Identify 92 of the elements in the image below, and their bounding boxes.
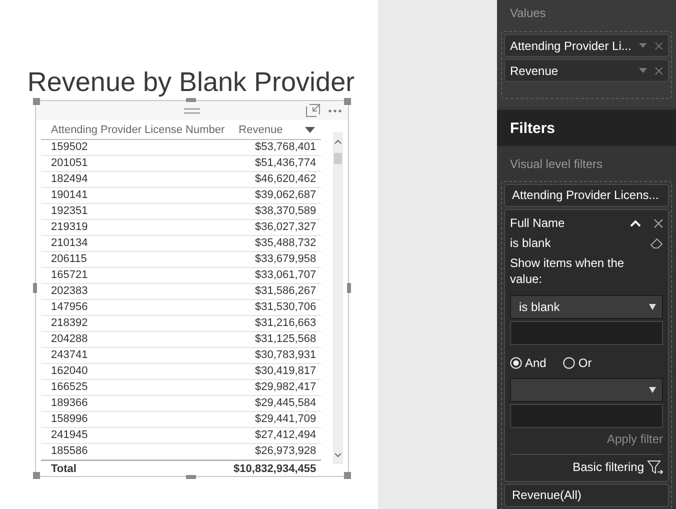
resize-handle[interactable] [33, 472, 40, 479]
table-cell: $29,445,584 [254, 396, 316, 411]
table-cell: 182494 [51, 172, 88, 187]
table-cell: 166525 [51, 380, 88, 395]
table-cell: $30,419,817 [254, 364, 316, 379]
filter-card[interactable]: Revenue(All) [504, 484, 669, 507]
table-cell: $29,441,709 [254, 412, 316, 427]
field-label: Revenue [510, 64, 560, 78]
table-cell: $51,436,774 [254, 156, 316, 171]
filter-card[interactable]: Attending Provider Licens... [504, 184, 669, 207]
table-cell: $33,679,958 [254, 252, 316, 267]
table-cell: 218392 [51, 316, 88, 331]
table-cell: $31,530,706 [254, 300, 316, 315]
resize-handle[interactable] [186, 98, 196, 102]
funnel-icon[interactable] [647, 459, 663, 475]
total-label: Total [51, 462, 76, 477]
table-cell: $29,982,417 [254, 380, 316, 395]
radio-option[interactable]: Or [563, 356, 592, 370]
table-cell: 243741 [51, 348, 88, 363]
table-cell: $38,370,589 [254, 204, 316, 219]
table-cell: 204288 [51, 332, 88, 347]
scrollbar[interactable] [333, 132, 343, 464]
field-label: Attending Provider Li... [510, 38, 632, 52]
dropdown-caret-icon[interactable] [639, 43, 648, 48]
eraser-icon[interactable] [650, 238, 663, 248]
table-cell: 147956 [51, 300, 88, 315]
table-cell: $46,620,462 [254, 172, 316, 187]
column-header[interactable]: Attending Provider License Number [41, 124, 225, 136]
resize-handle[interactable] [33, 283, 37, 293]
scroll-down-icon[interactable] [334, 453, 342, 458]
table-cell: $31,586,267 [254, 284, 316, 299]
resize-handle[interactable] [33, 98, 40, 105]
filter-field-name: Full Name [510, 216, 566, 230]
table-cell: 162040 [51, 364, 88, 379]
radio-label: And [525, 356, 546, 370]
resize-handle[interactable] [344, 472, 351, 479]
scroll-thumb[interactable] [334, 153, 342, 164]
dropdown-caret-icon [649, 387, 656, 393]
dropdown-caret-icon [649, 304, 656, 310]
field-pill[interactable]: Attending Provider Li... [504, 34, 669, 57]
field-pill[interactable]: Revenue [504, 59, 669, 82]
radio-label: Or [578, 356, 592, 370]
table-cell: 192351 [51, 204, 88, 219]
table-cell: $53,768,401 [254, 140, 316, 155]
table-cell: $31,125,568 [254, 332, 316, 347]
scroll-up-icon[interactable] [334, 139, 342, 144]
table-cell: 241945 [51, 428, 88, 443]
table-cell: 201051 [51, 156, 88, 171]
table-cell: $36,027,327 [254, 220, 316, 235]
table-cell: 202383 [51, 284, 88, 299]
table-cell: 210134 [51, 236, 88, 251]
section-title: Visual level filters [509, 157, 604, 173]
remove-icon[interactable] [655, 66, 663, 74]
resize-handle[interactable] [186, 475, 196, 479]
column-header[interactable]: Revenue [224, 124, 322, 136]
filters-title: Filters [510, 120, 556, 136]
close-icon[interactable] [654, 218, 663, 228]
total-value: $10,832,934,455 [234, 462, 316, 477]
dropdown-caret-icon[interactable] [639, 68, 647, 73]
drag-handle-icon[interactable] [184, 108, 200, 114]
more-options-icon[interactable] [328, 108, 342, 112]
table-cell: 219319 [51, 220, 88, 235]
value-input-field[interactable] [510, 404, 663, 428]
table-cell: 206115 [51, 252, 87, 267]
filter-summary: is blank [510, 236, 552, 250]
table-cell: 185586 [51, 444, 88, 459]
resize-handle[interactable] [344, 98, 351, 105]
section-title: Values [509, 6, 547, 22]
focus-mode-icon[interactable] [306, 104, 320, 117]
table-cell: $35,488,732 [254, 236, 316, 251]
table-cell: 165721 [51, 268, 88, 283]
table-cell: $39,062,687 [254, 188, 316, 203]
report-title: Revenue by Blank Provider [26, 66, 356, 99]
radio-option[interactable]: And [510, 356, 546, 370]
table-cell: 159502 [51, 140, 88, 155]
table-cell: $27,412,494 [254, 428, 316, 443]
table-cell: $30,783,931 [254, 348, 316, 363]
condition-dropdown[interactable]: is blank [510, 295, 663, 319]
condition-dropdown[interactable] [510, 378, 663, 402]
table-cell: 190141 [51, 188, 88, 203]
filter-prompt: Show items when the value: [510, 255, 626, 287]
table-cell: $31,216,663 [254, 316, 316, 331]
resize-handle[interactable] [347, 283, 351, 293]
basic-filtering-link[interactable]: Basic filtering [572, 460, 644, 474]
value-input-field[interactable] [510, 321, 663, 345]
collapse-icon[interactable] [630, 220, 641, 226]
remove-icon[interactable] [655, 42, 663, 50]
table-cell: 158996 [51, 412, 88, 427]
table-cell: 189366 [51, 396, 88, 411]
table-cell: $26,973,928 [254, 444, 316, 459]
table-cell: $33,061,707 [254, 268, 316, 283]
sort-descending-icon [305, 126, 316, 132]
